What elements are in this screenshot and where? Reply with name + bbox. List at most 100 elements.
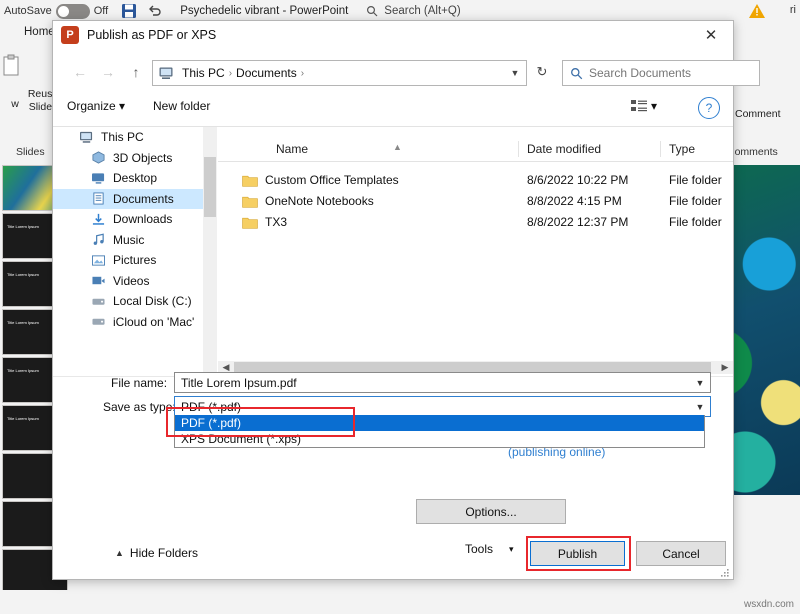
chevron-down-icon[interactable]: ▼ — [504, 68, 526, 78]
sidebar-label: Documents — [113, 191, 174, 206]
navpane-scrollbar[interactable] — [203, 127, 217, 373]
organize-label: Organize — [67, 99, 116, 113]
dialog-titlebar: P Publish as PDF or XPS — [53, 21, 733, 49]
disk-icon — [92, 298, 105, 305]
slide-thumb-title: Title Lorem Ipsum — [7, 224, 39, 229]
save-icon[interactable] — [116, 0, 142, 22]
slide-thumb-title: Title Lorem Ipsum — [7, 416, 39, 421]
ribbon-new-slide-label: w — [11, 98, 19, 110]
resize-grip[interactable] — [720, 567, 730, 577]
chevron-down-icon[interactable]: ▼ — [690, 373, 710, 392]
slide-thumb-title: Title Lorem Ipsum — [7, 272, 39, 277]
autosave-control[interactable]: AutoSave Off — [0, 3, 109, 19]
sidebar-item-downloads[interactable]: Downloads — [53, 209, 203, 230]
sidebar-item-3d-objects[interactable]: 3D Objects — [53, 148, 203, 169]
cancel-button[interactable]: Cancel — [636, 541, 726, 566]
view-list-icon — [631, 100, 647, 112]
autosave-toggle[interactable] — [55, 3, 90, 19]
desktop-icon — [92, 173, 105, 184]
ribbon-paste-icon[interactable] — [2, 54, 22, 81]
options-button[interactable]: Options... — [416, 499, 566, 524]
chevron-down-icon: ▾ — [119, 99, 126, 113]
column-name[interactable]: Name — [276, 142, 308, 156]
chevron-down-icon: ▾ — [651, 99, 658, 113]
chevron-up-icon: ▲ — [115, 548, 124, 558]
sidebar-item-icloud[interactable]: iCloud on 'Mac' — [53, 312, 203, 333]
tab-home[interactable]: Home — [24, 26, 55, 38]
tools-button[interactable]: Tools ▾ — [465, 542, 514, 556]
file-name-input[interactable]: Title Lorem Ipsum.pdf ▼ — [174, 372, 711, 393]
table-row[interactable]: OneNote Notebooks 8/8/2022 4:15 PM File … — [218, 192, 733, 212]
close-icon[interactable]: ✕ — [689, 21, 733, 49]
ppt-search-placeholder: Search (Alt+Q) — [384, 5, 461, 17]
view-options-button[interactable]: ▾ — [631, 99, 657, 113]
chevron-down-icon[interactable]: ▼ — [690, 397, 710, 416]
sidebar-item-pictures[interactable]: Pictures — [53, 250, 203, 271]
ribbon-slides-group-label: Slides — [16, 146, 45, 158]
sidebar-label: Downloads — [113, 212, 173, 227]
sidebar-label: Local Disk (C:) — [113, 294, 192, 309]
sidebar-item-documents[interactable]: Documents — [53, 188, 203, 209]
file-date: 8/8/2022 4:15 PM — [527, 194, 622, 208]
sidebar-label: Pictures — [113, 253, 157, 268]
breadcrumb-documents[interactable]: Documents — [232, 66, 301, 80]
sidebar-label: Desktop — [113, 171, 158, 186]
folder-icon — [242, 216, 258, 229]
sidebar-item-local-disk[interactable]: Local Disk (C:) — [53, 291, 203, 312]
scroll-right-icon[interactable]: ▶ — [717, 362, 733, 373]
file-list-header: Name ▲ Date modified Type — [218, 139, 733, 162]
pc-icon — [80, 131, 93, 143]
new-folder-button[interactable]: New folder — [153, 99, 210, 113]
publish-highlight-annotation — [526, 536, 631, 571]
sidebar-item-music[interactable]: Music — [53, 230, 203, 251]
up-icon[interactable]: ↑ — [122, 58, 150, 86]
file-date: 8/6/2022 10:22 PM — [527, 173, 629, 187]
file-list[interactable]: Name ▲ Date modified Type Custom Office … — [218, 127, 733, 373]
ppt-search-box[interactable]: Search (Alt+Q) — [366, 5, 461, 17]
sidebar-item-desktop[interactable]: Desktop — [53, 168, 203, 189]
sidebar-label: This PC — [101, 130, 144, 145]
column-date-modified[interactable]: Date modified — [527, 142, 601, 156]
navigation-pane[interactable]: This PC 3D Objects Desktop Documents Dow… — [53, 127, 203, 373]
hide-folders-button[interactable]: ▲ Hide Folders — [115, 546, 198, 560]
help-button[interactable]: ? — [698, 97, 720, 119]
file-type: File folder — [669, 215, 722, 229]
file-type: File folder — [669, 173, 722, 187]
address-bar[interactable]: This PC › Documents › ▼ — [152, 60, 527, 86]
publish-as-pdf-dialog: P Publish as PDF or XPS ✕ ← → ↑ This PC … — [52, 20, 760, 580]
search-icon — [571, 67, 583, 79]
breadcrumb-this-pc[interactable]: This PC — [178, 66, 229, 80]
forward-icon[interactable]: → — [94, 58, 122, 86]
table-row[interactable]: TX3 8/8/2022 12:37 PM File folder — [218, 213, 733, 233]
ribbon-comments-group-label: Comments — [727, 146, 778, 158]
folder-icon — [242, 195, 258, 208]
file-name-value: Title Lorem Ipsum.pdf — [181, 375, 297, 390]
warning-icon[interactable] — [748, 3, 766, 19]
documents-icon — [93, 192, 104, 205]
search-input[interactable]: Search Documents — [562, 60, 760, 86]
file-name: Custom Office Templates — [265, 173, 399, 187]
sidebar-item-videos[interactable]: Videos — [53, 271, 203, 292]
file-type: File folder — [669, 194, 722, 208]
tools-label: Tools — [465, 542, 494, 556]
dialog-title: Publish as PDF or XPS — [87, 28, 217, 42]
powerpoint-titlebar: AutoSave Off Psychedelic vibrant - Power… — [0, 0, 800, 22]
undo-icon[interactable] — [142, 0, 168, 22]
folder-icon — [242, 174, 258, 187]
autosave-state: Off — [93, 5, 109, 17]
downloads-icon — [92, 213, 105, 225]
slide-thumb-title: Title Lorem Ipsum — [7, 368, 39, 373]
sidebar-label: Music — [113, 232, 145, 247]
column-type[interactable]: Type — [669, 142, 695, 156]
file-name: OneNote Notebooks — [265, 194, 374, 208]
search-icon — [367, 5, 378, 17]
refresh-icon[interactable]: ↻ — [531, 61, 553, 83]
back-icon[interactable]: ← — [66, 58, 94, 86]
table-row[interactable]: Custom Office Templates 8/6/2022 10:22 P… — [218, 171, 733, 191]
search-placeholder: Search Documents — [589, 66, 692, 80]
folder-3d-icon — [92, 151, 105, 164]
sidebar-label: Videos — [113, 273, 150, 288]
sidebar-item-this-pc[interactable]: This PC — [53, 127, 203, 148]
scrollbar-thumb[interactable] — [204, 157, 216, 217]
organize-button[interactable]: Organize ▾ — [67, 99, 125, 113]
